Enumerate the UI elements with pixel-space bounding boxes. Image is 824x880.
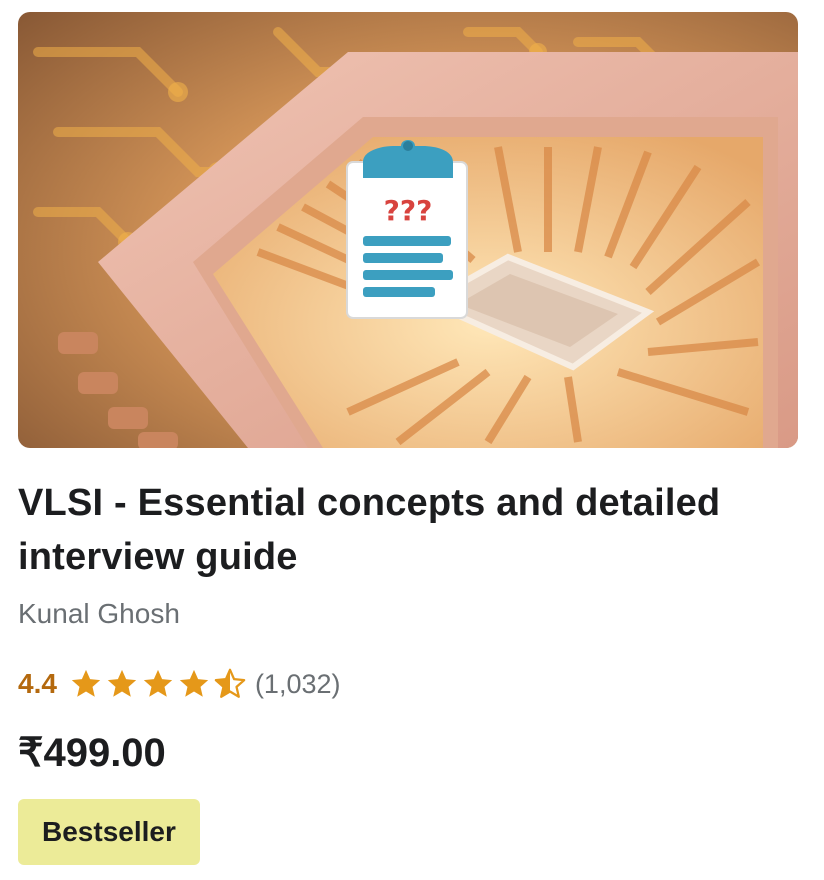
rating-row: 4.4 (1,032) <box>18 662 341 706</box>
course-thumbnail[interactable]: ??? <box>18 12 798 448</box>
clipboard-question-icon: ??? <box>346 140 468 319</box>
star-rating <box>69 667 247 701</box>
instructor-name: Kunal Ghosh <box>18 598 180 629</box>
star-filled-icon <box>143 669 173 697</box>
rating-value: 4.4 <box>18 668 57 699</box>
badge-label: Bestseller <box>42 816 176 847</box>
star-filled-icon <box>71 669 101 697</box>
star-half-icon <box>214 668 246 698</box>
rating-count: (1,032) <box>254 668 341 699</box>
course-card[interactable]: ??? VLSI - Essential concepts and detail… <box>0 0 824 880</box>
svg-text:???: ??? <box>384 194 433 227</box>
star-filled-icon <box>107 669 137 697</box>
course-price: ₹499.00 <box>18 731 166 775</box>
bestseller-badge: Bestseller <box>18 799 200 865</box>
star-filled-icon <box>179 669 209 697</box>
course-title[interactable]: VLSI - Essential concepts and detailed i… <box>18 476 798 584</box>
